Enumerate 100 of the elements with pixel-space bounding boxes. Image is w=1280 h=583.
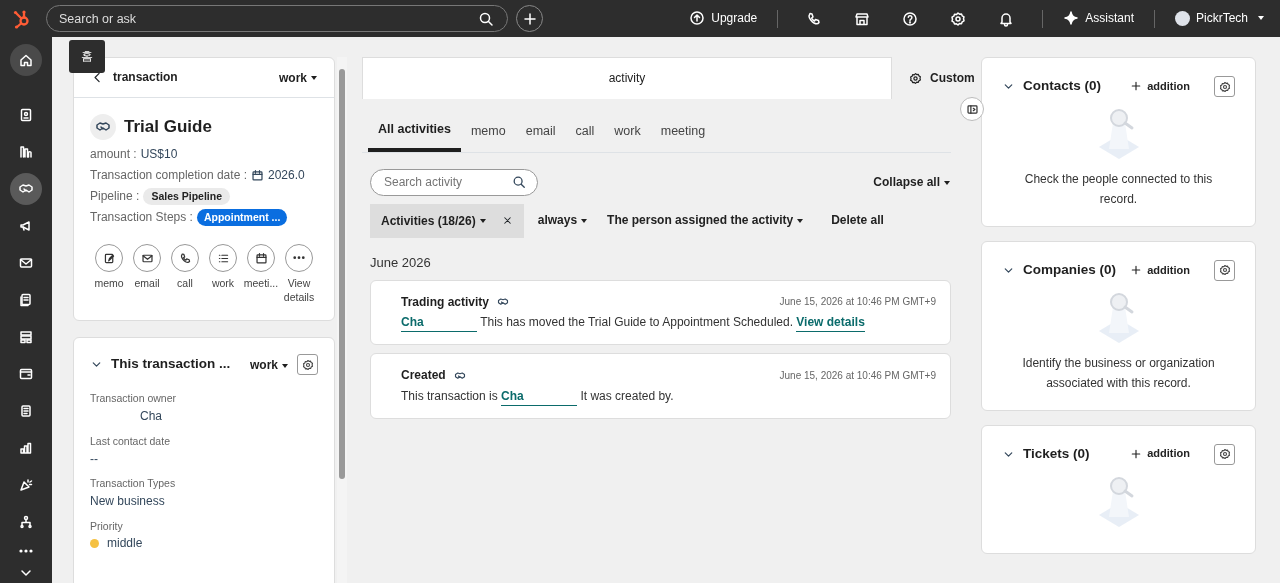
field-label: Transaction Steps : xyxy=(90,209,193,226)
calendar-icon xyxy=(254,251,268,265)
sidebar-toggle-icon xyxy=(965,102,979,116)
action-button[interactable] xyxy=(209,244,237,272)
plus-icon xyxy=(1130,80,1143,93)
field-value: US$10 xyxy=(140,146,178,163)
close-icon xyxy=(501,215,513,226)
user-link[interactable]: View details xyxy=(796,314,865,333)
tooltip: 홈 xyxy=(69,40,105,73)
type-tab[interactable]: email xyxy=(515,115,566,152)
section-title: Companies (0) xyxy=(1023,260,1118,279)
documents-icon xyxy=(18,291,34,308)
settings-icon xyxy=(301,358,314,371)
activity-title: Trading activity xyxy=(401,293,490,311)
activity-filter[interactable]: Activities (18/26) xyxy=(380,210,487,231)
type-tab[interactable]: All activities xyxy=(368,115,461,152)
upgrade-icon xyxy=(689,10,706,27)
month-heading: June 2026 xyxy=(369,253,432,272)
help-icon xyxy=(902,10,919,27)
property-label: Transaction owner xyxy=(90,391,177,407)
user-link[interactable]: Cha xyxy=(401,314,477,333)
notifications-icon xyxy=(998,10,1015,27)
property-value: New business xyxy=(90,493,165,510)
timestamp: June 15, 2026 at 10:46 PM GMT+9 xyxy=(779,295,936,310)
calendar-icon xyxy=(251,169,264,182)
upgrade-button[interactable]: Upgrade xyxy=(685,10,762,27)
settings-icon xyxy=(950,10,967,27)
add-button[interactable]: addition xyxy=(1130,446,1190,462)
property-label: Transaction Types xyxy=(90,476,177,491)
timestamp: June 15, 2026 at 10:46 PM GMT+9 xyxy=(779,368,936,383)
property-value: Cha xyxy=(140,408,162,425)
search-icon xyxy=(478,10,494,27)
search-icon xyxy=(512,175,526,189)
search-field[interactable]: Search activity xyxy=(370,168,538,196)
field-label: Transaction completion date : xyxy=(90,167,247,184)
settings-button[interactable] xyxy=(1214,443,1235,465)
record-tab[interactable]: activity xyxy=(362,57,892,99)
activity-title: Created xyxy=(401,367,446,385)
phone-icon xyxy=(178,251,192,265)
sparkle-icon xyxy=(1063,10,1080,27)
sidebar-item[interactable] xyxy=(10,44,42,76)
activity-description: This transaction is Cha It was created by. xyxy=(401,388,675,406)
action-button[interactable] xyxy=(133,244,161,272)
more-icon xyxy=(19,549,33,553)
filter-dropdown[interactable]: The person assigned the activity xyxy=(601,203,810,238)
plus-icon xyxy=(1130,448,1143,461)
panel-toggle-button[interactable] xyxy=(960,97,984,121)
collapse-all-dropdown[interactable]: Collapse all xyxy=(872,172,951,192)
action-label: email xyxy=(134,276,160,291)
work-dropdown[interactable]: work xyxy=(249,354,289,375)
pipeline-tag: Sales Pipeline xyxy=(143,188,230,205)
settings-icon xyxy=(1218,80,1231,93)
settings-button[interactable] xyxy=(1214,76,1235,97)
logo-icon[interactable] xyxy=(12,8,32,29)
marketplace-icon xyxy=(854,10,871,27)
account-menu[interactable]: PickrTech xyxy=(1171,10,1268,27)
newspaper-icon xyxy=(18,402,34,419)
date-value: 2026.0 xyxy=(268,167,305,184)
plus-icon xyxy=(521,10,538,27)
party-popper-icon xyxy=(18,476,34,493)
action-label: meeti... xyxy=(243,276,279,291)
action-button[interactable] xyxy=(95,244,123,272)
home-icon xyxy=(18,52,34,68)
action-label: memo xyxy=(94,276,124,291)
sidebar-item[interactable] xyxy=(10,172,42,205)
type-tab[interactable]: call xyxy=(565,115,605,152)
contact-book-icon xyxy=(18,106,34,123)
handshake-icon xyxy=(453,369,466,382)
add-button[interactable]: addition xyxy=(1130,262,1190,278)
settings-icon xyxy=(1218,264,1231,277)
stage-badge[interactable]: Appointment ... xyxy=(196,209,288,226)
hierarchy-icon xyxy=(18,513,34,530)
plus-icon xyxy=(1130,264,1143,277)
settings-button[interactable] xyxy=(297,354,318,376)
section-title: This transaction ... xyxy=(111,355,232,374)
settings-icon xyxy=(909,71,922,85)
settings-icon xyxy=(1218,448,1231,461)
type-tab[interactable]: work xyxy=(604,115,651,152)
action-label: call xyxy=(177,276,193,291)
record-type-label: transaction xyxy=(113,69,179,86)
action-button[interactable] xyxy=(247,244,275,272)
assistant-button[interactable]: Assistant xyxy=(1059,10,1138,27)
action-button[interactable] xyxy=(171,244,199,272)
more-icon xyxy=(293,256,305,260)
settings-button[interactable] xyxy=(1214,259,1235,281)
search-field[interactable]: Search or ask xyxy=(46,5,508,32)
property-label: Last contact date xyxy=(90,433,171,449)
add-button[interactable]: addition xyxy=(1130,78,1190,95)
work-dropdown[interactable]: work xyxy=(278,67,318,88)
property-value: middle xyxy=(107,535,143,553)
user-link[interactable]: Cha xyxy=(501,388,578,406)
type-tab[interactable]: memo xyxy=(460,115,516,152)
delete-all-button[interactable]: Delete all xyxy=(825,203,890,238)
phone-icon xyxy=(806,10,823,27)
note-icon xyxy=(102,251,116,265)
filter-dropdown[interactable]: always xyxy=(531,203,594,238)
library-icon xyxy=(18,143,34,160)
type-tab[interactable]: meeting xyxy=(650,115,716,152)
field-label: amount : xyxy=(90,146,137,163)
customize-button[interactable]: Custom xyxy=(908,68,976,88)
